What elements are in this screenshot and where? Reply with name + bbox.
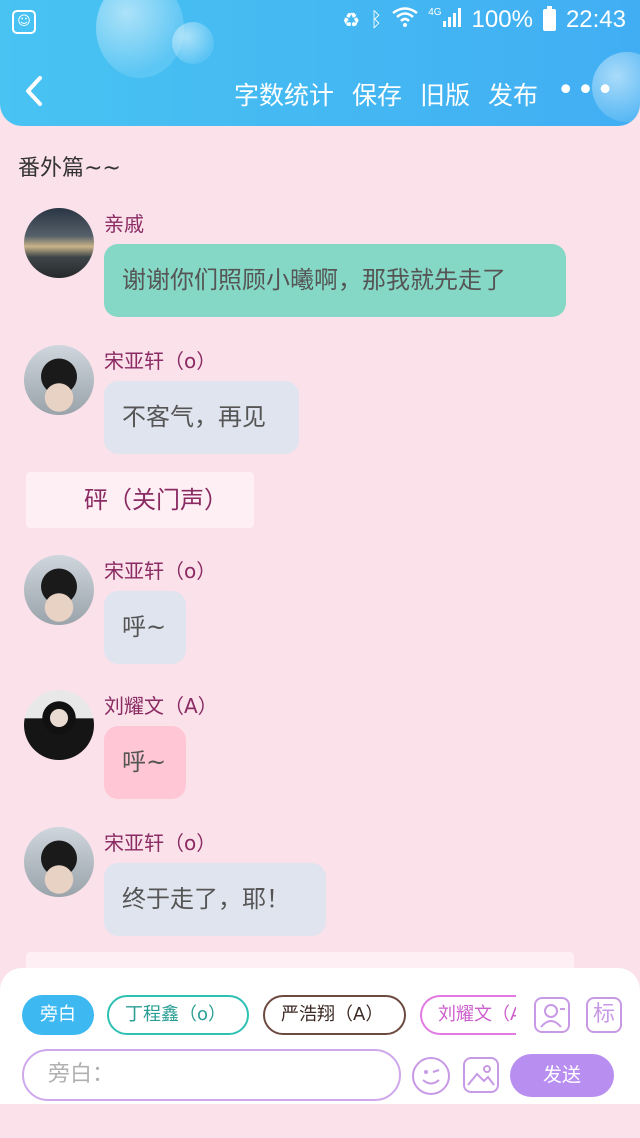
narration-block[interactable]: 砰（关门声） bbox=[26, 472, 254, 528]
role-chip-narrator[interactable]: 旁白 bbox=[22, 995, 94, 1035]
clock: 22:43 bbox=[565, 6, 626, 33]
role-chip-yan[interactable]: 严浩翔（A） bbox=[263, 995, 406, 1035]
message-input[interactable]: 旁白： bbox=[22, 1049, 401, 1101]
avatar bbox=[24, 690, 94, 760]
app-header: ☺ ♻ ᛒ 4G 100% 22:43 字数统计 保存 旧版 发布 ••• bbox=[0, 0, 640, 126]
message-bubble[interactable]: 谢谢你们照顾小曦啊，那我就先走了 bbox=[104, 244, 566, 317]
speaker-name: 宋亚轩（o） bbox=[104, 831, 217, 855]
signal-icon bbox=[442, 7, 462, 33]
status-bar: ☺ ♻ ᛒ 4G 100% 22:43 bbox=[0, 0, 640, 44]
back-icon[interactable] bbox=[24, 76, 44, 106]
message-bubble[interactable]: 不客气，再见 bbox=[104, 381, 299, 454]
speaker-name: 宋亚轩（o） bbox=[104, 349, 217, 373]
message-bubble[interactable]: 呼~ bbox=[104, 591, 186, 664]
network-type: 4G bbox=[428, 6, 442, 18]
wifi-icon bbox=[392, 7, 418, 33]
character-manage-icon[interactable] bbox=[534, 997, 570, 1033]
battery-icon bbox=[542, 6, 556, 31]
emoji-icon[interactable] bbox=[412, 1057, 450, 1095]
old-version-button[interactable]: 旧版 bbox=[420, 76, 470, 112]
speaker-name: 宋亚轩（o） bbox=[104, 559, 217, 583]
composer-panel: 旁白 丁程鑫（o） 严浩翔（A） 刘耀文（A） 标 旁白： 发送 bbox=[0, 968, 640, 1104]
role-chip-ding[interactable]: 丁程鑫（o） bbox=[107, 995, 249, 1035]
avatar bbox=[24, 827, 94, 897]
editor-toolbar: 字数统计 保存 旧版 发布 ••• bbox=[0, 72, 640, 116]
role-chip-liu[interactable]: 刘耀文（A） bbox=[420, 995, 516, 1035]
avatar bbox=[24, 345, 94, 415]
chapter-title: 番外篇~~ bbox=[18, 156, 121, 181]
image-icon[interactable] bbox=[463, 1057, 499, 1093]
word-count-button[interactable]: 字数统计 bbox=[234, 76, 334, 112]
speaker-name: 刘耀文（A） bbox=[104, 694, 218, 718]
more-icon[interactable]: ••• bbox=[557, 72, 616, 110]
tag-button[interactable]: 标 bbox=[586, 997, 622, 1033]
bottom-strip bbox=[0, 1104, 640, 1138]
save-button[interactable]: 保存 bbox=[352, 76, 402, 112]
message-bubble[interactable]: 终于走了，耶！ bbox=[104, 863, 326, 936]
battery-percent: 100% bbox=[471, 6, 533, 33]
send-button[interactable]: 发送 bbox=[510, 1054, 614, 1097]
battery-saver-icon: ♻ bbox=[342, 9, 361, 32]
speaker-name: 亲戚 bbox=[104, 212, 144, 236]
app-notification-icon: ☺ bbox=[12, 10, 36, 34]
bluetooth-icon: ᛒ bbox=[370, 8, 383, 31]
avatar bbox=[24, 208, 94, 278]
avatar bbox=[24, 555, 94, 625]
publish-button[interactable]: 发布 bbox=[488, 76, 538, 112]
message-bubble[interactable]: 呼~ bbox=[104, 726, 186, 799]
